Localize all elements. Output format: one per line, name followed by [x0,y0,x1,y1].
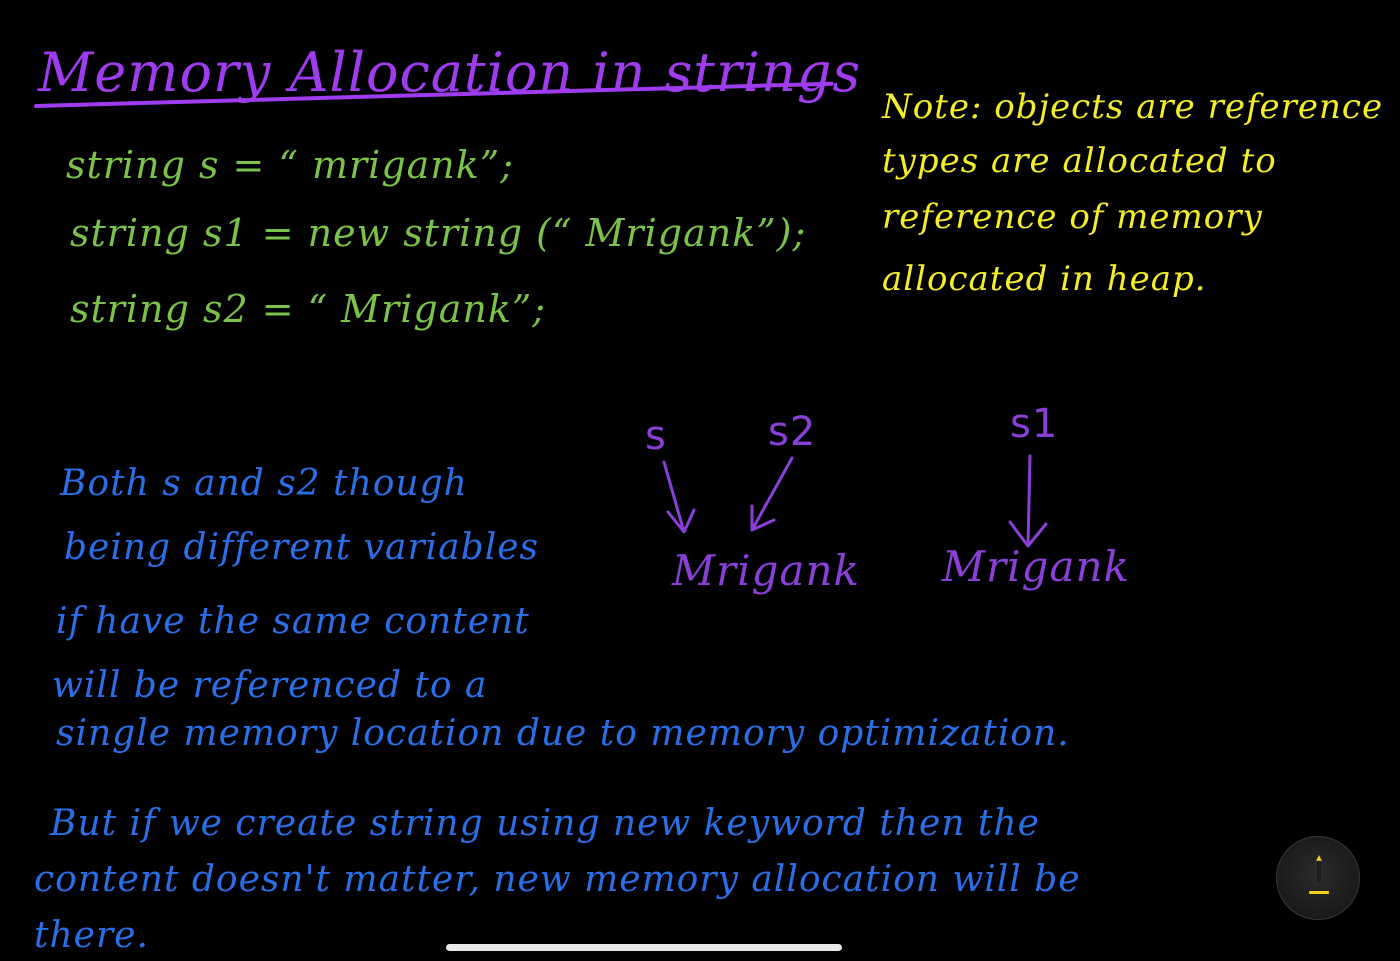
explanation-line-8: there. [34,915,149,956]
note-line-4: allocated in heap. [882,259,1207,299]
pencil-tool-button[interactable] [1276,836,1360,920]
arrow-s [662,460,696,534]
explanation-line-4: will be referenced to a [52,665,488,706]
note-line-3: reference of memory [882,197,1263,237]
variable-label-s1: s1 [1010,401,1059,447]
pencil-icon [1309,855,1329,894]
value-box-left: Mrigank [672,546,860,595]
code-line-3: string s2 = “ Mrigank”; [70,287,547,331]
arrow-s2 [750,456,794,532]
arrow-s1 [1008,454,1048,548]
explanation-line-5: single memory location due to memory opt… [56,713,1070,754]
explanation-line-6: But if we create string using new keywor… [50,803,1040,844]
drawing-canvas[interactable]: Memory Allocation in strings string s = … [0,0,1400,961]
variable-label-s: s [645,413,667,459]
note-line-2: types are allocated to [882,141,1277,181]
explanation-line-2: being different variables [64,527,539,568]
value-box-right: Mrigank [942,542,1130,591]
variable-label-s2: s2 [768,409,817,455]
code-line-2: string s1 = new string (“ Mrigank”); [70,211,807,255]
explanation-line-1: Both s and s2 though [60,463,468,504]
home-indicator[interactable] [446,944,842,951]
code-line-1: string s = “ mrigank”; [66,143,515,187]
note-line-1: Note: objects are reference [882,87,1384,127]
explanation-line-7: content doesn't matter, new memory alloc… [34,859,1081,900]
explanation-line-3: if have the same content [56,601,530,642]
